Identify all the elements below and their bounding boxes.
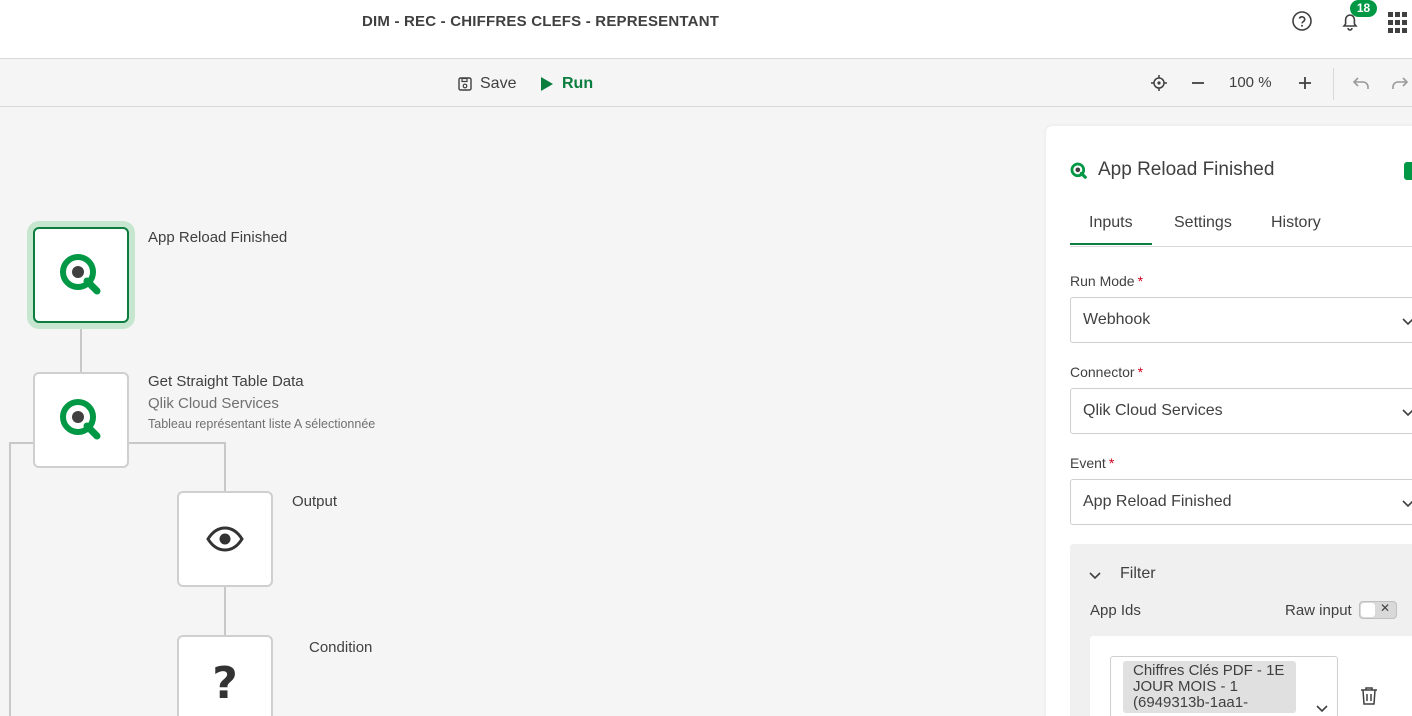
run-mode-value: Webhook [1083,311,1151,328]
save-button[interactable]: Save [458,72,516,96]
chevron-down-icon [1402,318,1412,326]
run-button[interactable]: Run [540,72,593,96]
raw-input-label: Raw input [1285,602,1352,619]
connector-label: Connector * [1070,364,1144,380]
filter-title[interactable]: Filter [1120,565,1156,583]
connector-line [9,442,11,716]
node-condition[interactable]: ? [177,635,273,716]
connector-value: Qlik Cloud Services [1083,402,1223,419]
save-label: Save [480,75,517,92]
zoom-level: 100 % [1229,74,1272,91]
close-icon: ✕ [1379,601,1390,615]
help-icon[interactable] [1291,10,1313,32]
connector-line [9,442,35,444]
qlik-icon [60,254,101,295]
zoom-in-button[interactable] [1296,74,1314,92]
zoom-out-button[interactable] [1189,74,1207,92]
connector-line [224,586,226,636]
node-label: App Reload Finished [148,229,288,246]
tab-inputs[interactable]: Inputs [1070,214,1152,245]
chevron-down-icon [1316,705,1328,713]
node-get-straight-table-data[interactable] [33,372,129,468]
qlik-icon [1070,162,1088,180]
node-description: Tableau représentant liste A sélectionné… [148,417,376,431]
notification-badge: 18 [1350,0,1377,17]
app-ids-container: Chiffres Clés PDF - 1E JOUR MOIS - 1 (69… [1090,636,1412,716]
selected-app-chip[interactable]: Chiffres Clés PDF - 1E JOUR MOIS - 1 (69… [1123,661,1296,713]
app-grid-icon[interactable] [1388,12,1410,34]
run-mode-select[interactable]: Webhook [1070,297,1412,343]
recenter-icon[interactable] [1150,74,1168,92]
toolbar: Save Run 100 % [0,60,1412,107]
connector-select[interactable]: Qlik Cloud Services [1070,388,1412,434]
raw-input-toggle[interactable]: ✕ [1359,601,1397,619]
event-label: Event * [1070,455,1115,471]
app-ids-label: App Ids [1090,602,1141,619]
save-icon [458,77,472,91]
properties-panel: App Reload Finished Inputs Settings Hist… [1046,126,1412,716]
toggle-knob [1361,603,1375,617]
node-label: Get Straight Table Data [148,373,304,390]
undo-icon[interactable] [1352,74,1370,92]
eye-icon [206,526,244,552]
qlik-icon [60,399,101,440]
play-icon [541,77,553,91]
chevron-down-icon [1402,409,1412,417]
node-label: Output [292,493,338,510]
panel-title: App Reload Finished [1098,159,1275,180]
node-output[interactable] [177,491,273,587]
app-ids-select[interactable]: Chiffres Clés PDF - 1E JOUR MOIS - 1 (69… [1110,656,1338,716]
node-label: Condition [309,639,373,656]
node-app-reload-finished[interactable] [33,227,129,323]
event-value: App Reload Finished [1083,493,1232,510]
trash-icon[interactable] [1360,686,1378,706]
connector-line [127,442,225,444]
run-label: Run [562,75,594,92]
status-indicator [1404,162,1412,180]
connector-line [224,442,226,492]
event-select[interactable]: App Reload Finished [1070,479,1412,525]
toolbar-divider [1333,68,1334,100]
automation-title: DIM - REC - CHIFFRES CLEFS - REPRESENTAN… [362,13,720,30]
connector-line [80,324,82,372]
question-icon: ? [212,657,238,709]
workflow-canvas[interactable]: App Reload Finished Get Straight Table D… [0,107,1046,716]
redo-icon[interactable] [1391,74,1409,92]
panel-tabs: Inputs Settings History [1070,204,1412,247]
chevron-down-icon[interactable] [1088,568,1102,582]
node-sublabel: Qlik Cloud Services [148,395,279,412]
chevron-down-icon [1402,500,1412,508]
tab-history[interactable]: History [1271,214,1321,232]
tab-settings[interactable]: Settings [1174,214,1232,232]
filter-section: Filter App Ids Raw input ✕ Chiffres Clés… [1070,544,1412,716]
run-mode-label: Run Mode * [1070,273,1144,289]
top-bar: DIM - REC - CHIFFRES CLEFS - REPRESENTAN… [0,0,1412,59]
